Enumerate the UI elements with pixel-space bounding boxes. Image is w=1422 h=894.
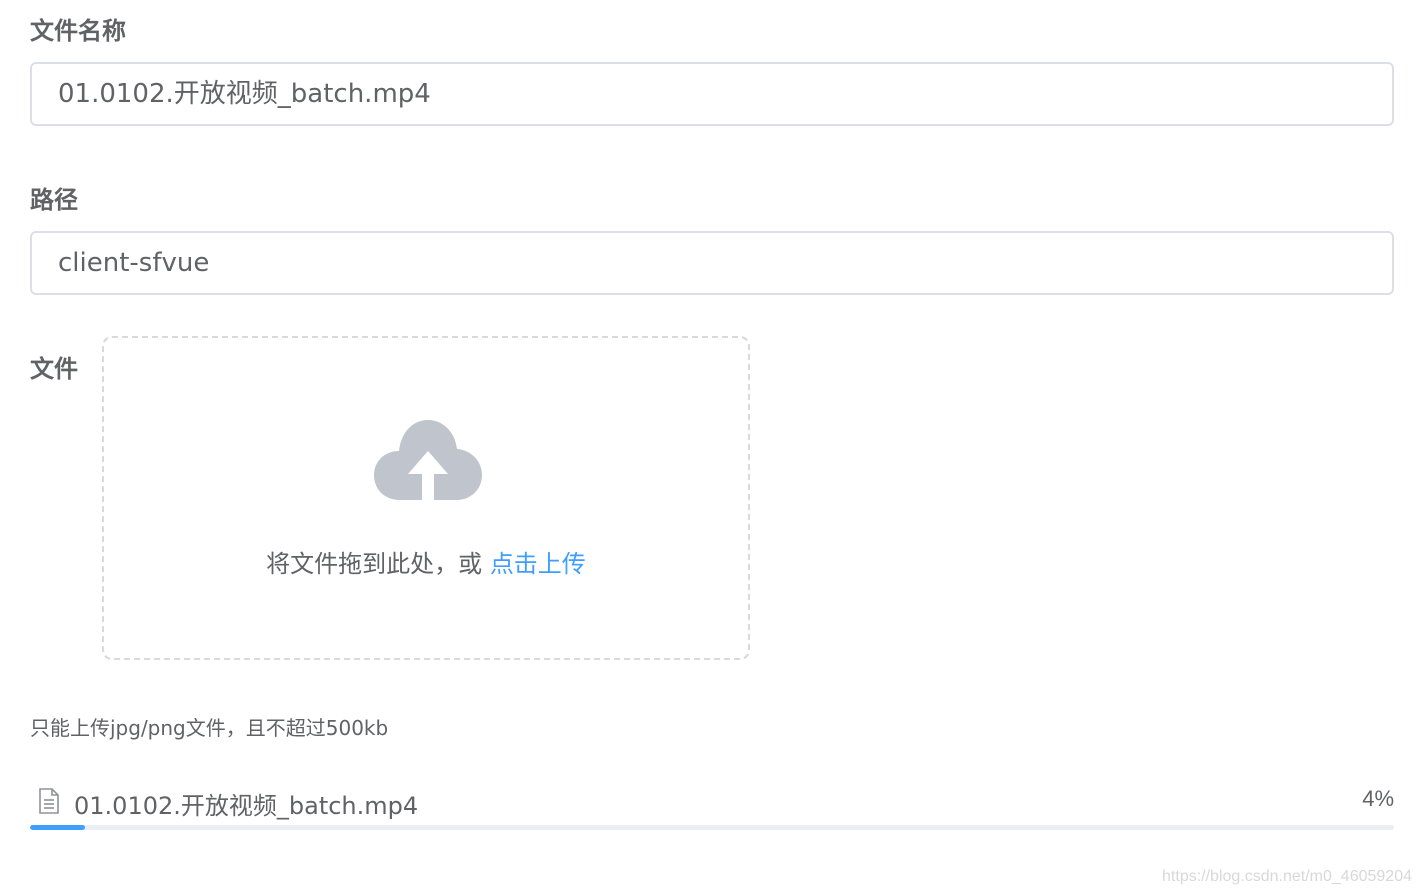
path-input[interactable]: client-sfvue: [30, 231, 1394, 295]
upload-progress-fill: [30, 825, 85, 830]
document-icon: [39, 788, 59, 814]
upload-progress-bar: [30, 825, 1394, 830]
file-name-input[interactable]: 01.0102.开放视频_batch.mp4: [30, 62, 1394, 126]
path-label: 路径: [30, 186, 78, 214]
upload-progress-percent: 4%: [1362, 786, 1394, 811]
file-list-item-name: 01.0102.开放视频_batch.mp4: [74, 792, 419, 820]
file-label: 文件: [30, 355, 78, 383]
click-upload-link[interactable]: 点击上传: [490, 550, 586, 578]
drop-instructions: 将文件拖到此处，或 点击上传: [104, 544, 748, 579]
file-list-item[interactable]: 01.0102.开放视频_batch.mp4 4%: [30, 780, 1394, 824]
upload-dropzone[interactable]: 将文件拖到此处，或 点击上传: [102, 336, 750, 660]
watermark: https://blog.csdn.net/m0_46059204: [1162, 868, 1412, 885]
drop-text: 将文件拖到此处，或: [266, 550, 490, 578]
file-name-label: 文件名称: [30, 17, 126, 45]
upload-cloud-icon: [374, 420, 482, 500]
upload-tip: 只能上传jpg/png文件，且不超过500kb: [30, 716, 389, 740]
